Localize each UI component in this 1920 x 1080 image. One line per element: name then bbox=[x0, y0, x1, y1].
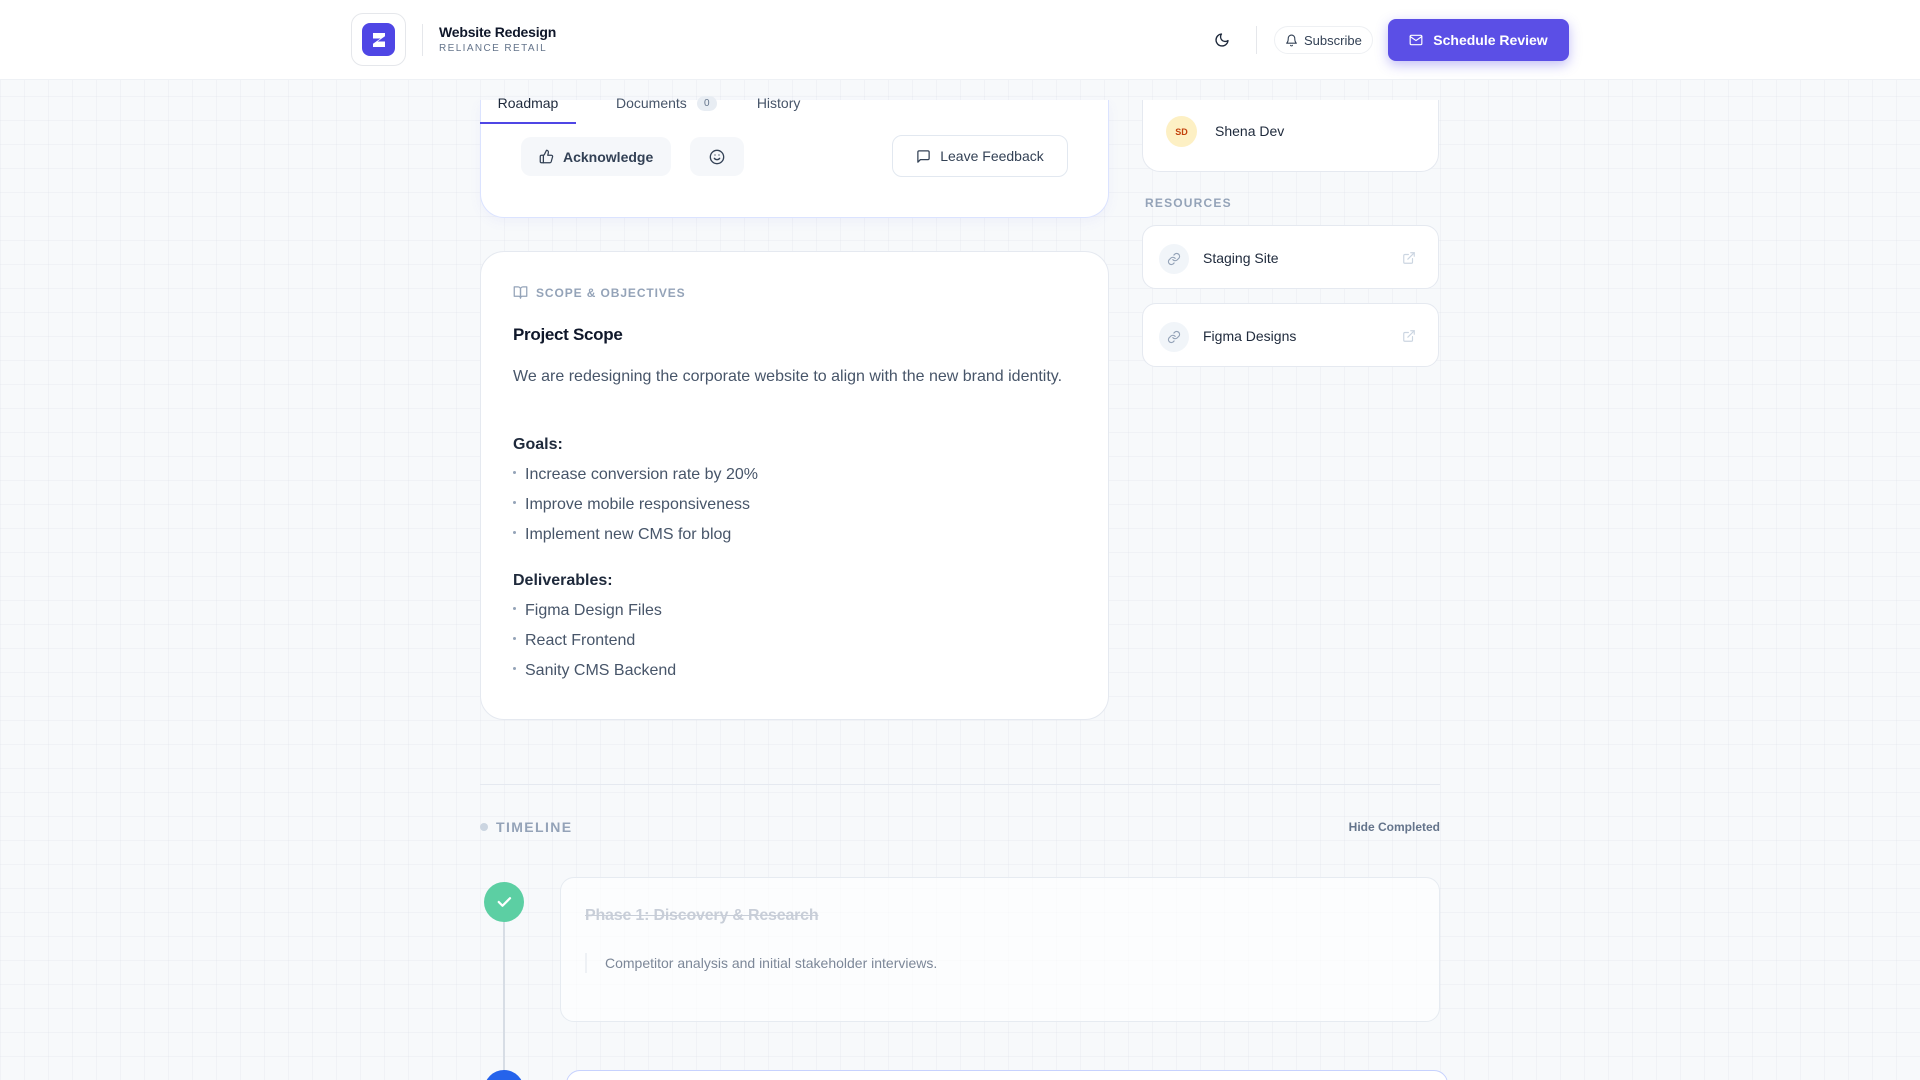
header-divider bbox=[1256, 26, 1257, 54]
theme-toggle-button[interactable] bbox=[1210, 28, 1234, 52]
phase-title: Phase 1: Discovery & Research bbox=[585, 907, 819, 924]
scope-section-label: SCOPE & OBJECTIVES bbox=[536, 285, 686, 300]
add-reaction-button[interactable] bbox=[690, 137, 744, 176]
scope-card: SCOPE & OBJECTIVES Project Scope We are … bbox=[480, 251, 1109, 720]
subscribe-label: Subscribe bbox=[1304, 32, 1362, 48]
phase-active-marker bbox=[484, 1070, 524, 1080]
external-link-icon bbox=[1403, 330, 1415, 342]
brand-logo-icon bbox=[362, 23, 395, 56]
phase-card[interactable]: Phase 1: Discovery & Research Competitor… bbox=[560, 877, 1440, 1022]
logo-button[interactable] bbox=[351, 13, 406, 66]
timeline-connector bbox=[503, 922, 505, 1072]
list-item: Implement new CMS for blog bbox=[513, 523, 758, 553]
moon-icon bbox=[1215, 33, 1229, 47]
list-item: Improve mobile responsiveness bbox=[513, 493, 758, 523]
client-name: RELIANCE RETAIL bbox=[439, 43, 548, 54]
project-title: Website Redesign bbox=[439, 24, 557, 40]
resources-label: RESOURCES bbox=[1145, 196, 1232, 210]
acknowledge-button[interactable]: Acknowledge bbox=[521, 137, 672, 176]
hide-completed-button[interactable]: Hide Completed bbox=[1349, 820, 1440, 834]
schedule-review-button[interactable]: Schedule Review bbox=[1388, 19, 1569, 61]
phase-completed-marker bbox=[484, 882, 524, 922]
section-divider bbox=[480, 784, 1440, 785]
documents-count-badge: 0 bbox=[696, 95, 717, 111]
smile-icon bbox=[709, 149, 725, 164]
timeline-dot bbox=[480, 823, 488, 831]
goals-heading: Goals: bbox=[513, 436, 563, 453]
goals-list: Increase conversion rate by 20% Improve … bbox=[513, 463, 758, 553]
resource-label: Figma Designs bbox=[1203, 328, 1297, 344]
check-icon bbox=[497, 897, 512, 907]
team-card: SD Shena Dev bbox=[1142, 100, 1439, 172]
tab-label: Documents bbox=[616, 95, 687, 111]
link-icon bbox=[1159, 322, 1189, 352]
phase-card[interactable] bbox=[566, 1070, 1448, 1080]
list-item: React Frontend bbox=[513, 629, 676, 659]
deliverables-list: Figma Design Files React Frontend Sanity… bbox=[513, 599, 676, 689]
subscribe-button[interactable]: Subscribe bbox=[1274, 26, 1373, 54]
resource-label: Staging Site bbox=[1203, 250, 1279, 266]
thumbs-up-icon bbox=[539, 149, 554, 164]
tab-label: Roadmap bbox=[497, 95, 559, 111]
timeline-heading: TIMELINE bbox=[496, 819, 573, 835]
tab-roadmap[interactable]: Roadmap bbox=[480, 82, 576, 124]
tab-label: History bbox=[756, 95, 801, 111]
external-link-icon bbox=[1403, 252, 1415, 264]
tab-bar: Roadmap Documents 0 History bbox=[480, 82, 800, 124]
book-open-icon bbox=[513, 286, 528, 299]
top-header: Website Redesign RELIANCE RETAIL Subscri… bbox=[0, 0, 1920, 80]
resource-link-staging-site[interactable]: Staging Site bbox=[1142, 225, 1439, 289]
leave-feedback-label: Leave Feedback bbox=[940, 148, 1044, 164]
tab-history[interactable]: History bbox=[757, 82, 801, 124]
scope-intro: We are redesigning the corporate website… bbox=[513, 368, 1063, 385]
phase-description: Competitor analysis and initial stakehol… bbox=[585, 953, 937, 973]
scope-title: Project Scope bbox=[513, 325, 623, 344]
message-square-icon bbox=[917, 149, 930, 163]
header-divider bbox=[422, 24, 423, 56]
scope-section-header: SCOPE & OBJECTIVES bbox=[513, 285, 686, 300]
tab-documents[interactable]: Documents 0 bbox=[616, 82, 717, 124]
avatar: SD bbox=[1166, 116, 1197, 147]
acknowledge-label: Acknowledge bbox=[563, 148, 654, 165]
leave-feedback-button[interactable]: Leave Feedback bbox=[892, 135, 1068, 177]
list-item: Figma Design Files bbox=[513, 599, 676, 629]
team-member-name: Shena Dev bbox=[1215, 123, 1285, 139]
deliverables-heading: Deliverables: bbox=[513, 572, 613, 589]
list-item: Increase conversion rate by 20% bbox=[513, 463, 758, 493]
link-icon bbox=[1159, 244, 1189, 274]
mail-icon bbox=[1409, 34, 1423, 46]
list-item: Sanity CMS Backend bbox=[513, 659, 676, 689]
schedule-review-label: Schedule Review bbox=[1433, 32, 1548, 48]
resource-link-figma-designs[interactable]: Figma Designs bbox=[1142, 303, 1439, 367]
bell-icon bbox=[1286, 34, 1297, 46]
